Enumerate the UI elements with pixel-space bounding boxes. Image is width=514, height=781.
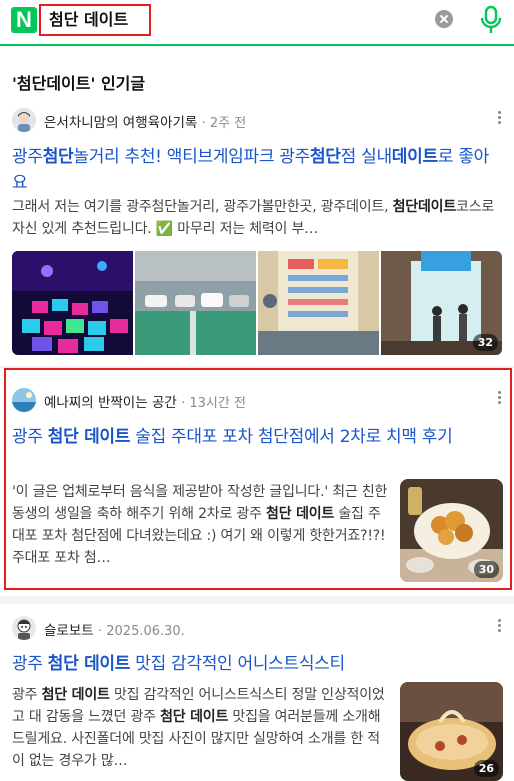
author-name[interactable]: 은서차니맘의 여행육아기록 · 2주 전 [44,111,246,131]
thumbnail-image[interactable] [135,251,256,355]
more-vertical-icon[interactable] [496,391,502,407]
post-2-description[interactable]: '이 글은 업체로부터 음식을 제공받아 작성한 글입니다.' 최근 친한 동생… [12,481,392,569]
post-1-author-row[interactable]: 은서차니맘의 여행육아기록 · 2주 전 [12,108,502,132]
post-2-author-row[interactable]: 예나찌의 반짝이는 공간 · 13시간 전 [12,388,502,412]
header-divider [0,44,514,46]
post-3-thumbnail[interactable]: 26 [400,682,503,781]
thumbnail-image[interactable] [12,251,133,355]
image-count-badge: 30 [473,561,499,578]
post-3-author-row[interactable]: 슬로보트 · 2025.06.30. [12,616,502,640]
post-time: 2주 전 [209,116,247,131]
author-name[interactable]: 예나찌의 반짝이는 공간 · 13시간 전 [44,391,246,411]
post-time: 13시간 전 [189,396,246,411]
post-1-description[interactable]: 그래서 저는 여기를 광주첨단놀거리, 광주가볼만한곳, 광주데이트, 첨단데이… [12,196,502,240]
post-1-title[interactable]: 광주첨단놀거리 추천! 액티브게임파크 광주첨단점 실내데이트로 좋아요 [12,144,502,196]
section-divider [0,596,514,604]
avatar[interactable] [12,108,36,132]
post-time: 2025.06.30. [106,624,185,639]
author-name[interactable]: 슬로보트 · 2025.06.30. [44,619,185,639]
search-header: N 첨단 데이트 [0,0,514,44]
avatar[interactable] [12,388,36,412]
post-2-title[interactable]: 광주 첨단 데이트 술집 주대포 포차 첨단점에서 2차로 치맥 후기 [12,424,500,450]
post-3-description[interactable]: 광주 첨단 데이트 맛집 감각적인 어니스트식스티 정말 인상적이었고 대 감동… [12,684,392,772]
more-vertical-icon[interactable] [496,111,502,127]
post-3-title[interactable]: 광주 첨단 데이트 맛집 감각적인 어니스트식스티 [12,651,502,677]
avatar[interactable] [12,616,36,640]
thumbnail-image[interactable] [258,251,379,355]
naver-logo[interactable]: N [11,7,37,33]
more-vertical-icon[interactable] [496,619,502,635]
section-title: '첨단데이트' 인기글 [12,74,146,93]
image-count-badge: 26 [473,760,499,777]
clear-icon[interactable] [435,10,453,28]
post-2-thumbnail[interactable]: 30 [400,479,503,582]
thumbnail-image[interactable]: 32 [381,251,502,355]
post-1-image-strip[interactable]: 32 [12,251,502,355]
microphone-icon[interactable] [478,5,504,35]
search-input[interactable]: 첨단 데이트 [39,4,151,36]
image-count-badge: 32 [472,334,498,351]
